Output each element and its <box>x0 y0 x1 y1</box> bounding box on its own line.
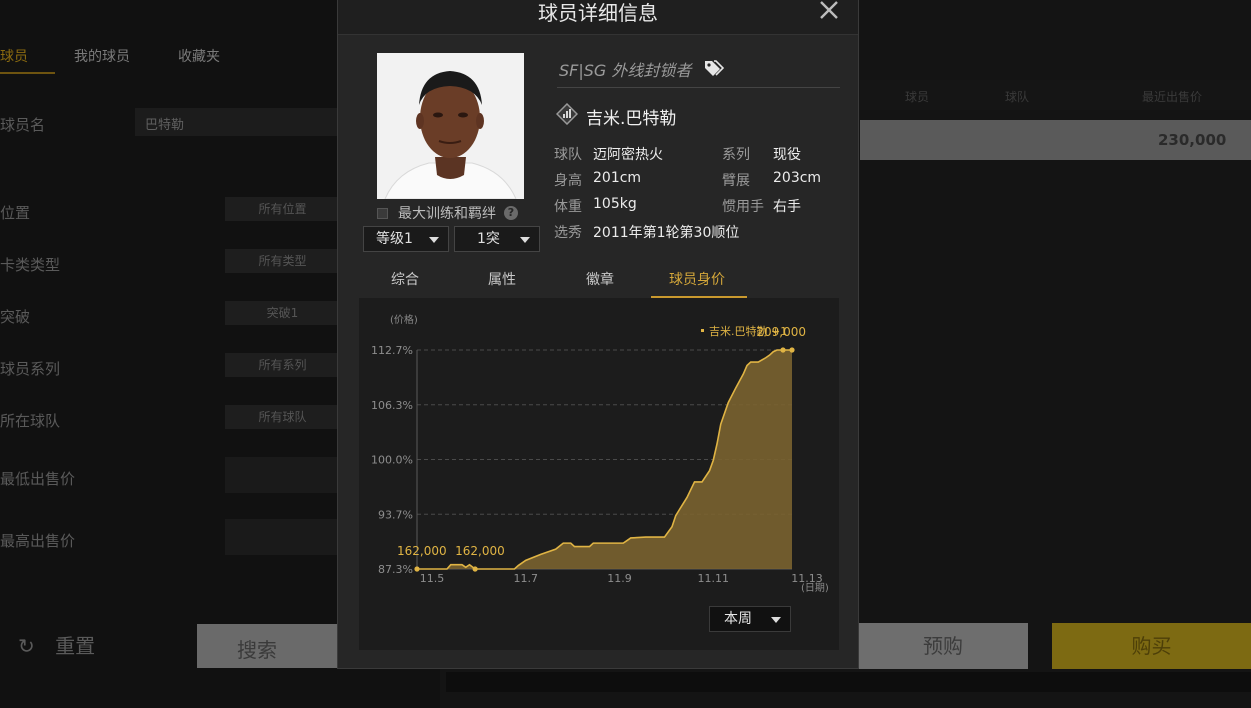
x-tick-label: 11.9 <box>607 572 632 585</box>
info-value-height: 201cm <box>593 170 642 186</box>
max-training-toggle[interactable]: 最大训练和羁绊 ? <box>377 203 518 223</box>
data-point <box>472 566 478 572</box>
period-select[interactable]: 本周 <box>709 606 791 632</box>
filter-label-min-price: 最低出售价 <box>0 470 76 488</box>
bg-tab-favorites[interactable]: 收藏夹 <box>178 46 220 66</box>
chevron-down-icon <box>771 617 781 623</box>
x-tick-label: 11.11 <box>698 572 730 585</box>
col-header-player: 球员 <box>905 90 930 104</box>
results-table-header: 球员 球队 最近出售价 <box>860 80 1251 110</box>
max-training-checkbox[interactable] <box>377 207 388 219</box>
filter-label-name: 球员名 <box>0 116 46 134</box>
col-header-team: 球队 <box>1005 90 1030 104</box>
position-tag: SF|SG 外线封锁者 <box>559 61 692 80</box>
filter-team-select[interactable]: 所有球队 <box>225 405 340 429</box>
filter-type-select[interactable]: 所有类型 <box>225 249 340 273</box>
max-training-label: 最大训练和羁绊 <box>398 206 496 222</box>
y-tick-label: 106.3% <box>371 399 413 412</box>
x-tick-label: 11.13 <box>791 572 823 585</box>
player-name: 吉米.巴特勒 <box>586 109 677 129</box>
filter-label-break: 突破 <box>0 308 31 326</box>
data-label: 162,000 <box>397 544 447 558</box>
bg-tab-underline <box>0 72 55 74</box>
info-value-team: 迈阿密热火 <box>593 147 663 163</box>
bg-tab-players[interactable]: 球员 <box>0 46 28 66</box>
info-label-draft: 选秀 <box>554 225 582 241</box>
help-icon[interactable]: ? <box>504 206 518 220</box>
info-label-team: 球队 <box>554 147 582 163</box>
player-detail-modal: 球员详细信息 最大训练和羁绊 ? 等级1 1突 SF|SG 外线封锁者 吉米.巴… <box>337 0 859 669</box>
chevron-down-icon <box>429 237 439 243</box>
y-axis-label: (价格) <box>390 313 418 326</box>
data-point <box>789 347 795 353</box>
filter-label-type: 卡类类型 <box>0 256 61 274</box>
break-select-value: 1突 <box>477 231 500 247</box>
bg-tab-my-players[interactable]: 我的球员 <box>74 46 130 66</box>
player-photo <box>377 53 524 199</box>
reset-label: 重置 <box>55 634 96 658</box>
filter-break-select[interactable]: 突破1 <box>225 301 340 325</box>
filter-label-max-price: 最高出售价 <box>0 532 76 550</box>
info-label-wingspan: 臂展 <box>722 173 750 189</box>
x-tick-label: 11.5 <box>420 572 445 585</box>
buy-button[interactable]: 购买 <box>1052 623 1251 669</box>
tab-attributes[interactable]: 属性 <box>488 269 516 289</box>
break-select[interactable]: 1突 <box>454 226 540 252</box>
info-label-series: 系列 <box>722 147 750 163</box>
info-value-series: 现役 <box>773 147 801 163</box>
x-tick-label: 11.7 <box>514 572 539 585</box>
price-chart: (价格)(日期)87.3%93.7%100.0%106.3%112.7%11.5… <box>371 313 829 594</box>
info-value-wingspan: 203cm <box>773 170 822 186</box>
y-tick-label: 87.3% <box>378 563 413 576</box>
refresh-icon: ↻ <box>18 634 35 658</box>
filter-max-price-input[interactable] <box>225 519 340 555</box>
divider <box>557 87 840 88</box>
data-point <box>780 347 786 353</box>
period-select-value: 本周 <box>724 611 752 627</box>
preorder-button[interactable]: 预购 <box>858 623 1028 669</box>
y-tick-label: 100.0% <box>371 454 413 467</box>
rank-badge-icon <box>556 103 578 125</box>
info-label-height: 身高 <box>554 173 582 189</box>
search-button[interactable]: 搜索 <box>197 624 347 668</box>
filter-label-team: 所在球队 <box>0 412 61 430</box>
filter-label-series: 球员系列 <box>0 360 61 378</box>
reset-button[interactable]: ↻ 重置 <box>18 630 95 659</box>
level-select-value: 等级1 <box>376 231 413 247</box>
filter-position-select[interactable]: 所有位置 <box>225 197 340 221</box>
filter-label-position: 位置 <box>0 204 31 222</box>
info-value-weight: 105kg <box>593 196 637 212</box>
bottom-strip <box>446 672 1251 692</box>
row-price: 230,000 <box>1158 131 1227 149</box>
data-point <box>414 566 420 572</box>
tab-overview[interactable]: 综合 <box>391 269 419 289</box>
legend-label: 吉米.巴特勒 +1 <box>709 324 787 338</box>
filter-series-select[interactable]: 所有系列 <box>225 353 340 377</box>
y-tick-label: 112.7% <box>371 344 413 357</box>
price-chart-panel: (价格) (日期) 87.3% 93.7% 100.0% 106.3% 112.7% 11.5… <box>359 298 839 650</box>
tag-icon[interactable] <box>704 59 724 77</box>
col-header-last-price: 最近出售价 <box>1142 90 1203 104</box>
search-label: 搜索 <box>237 638 277 662</box>
level-select[interactable]: 等级1 <box>363 226 449 252</box>
info-label-hand: 惯用手 <box>722 199 764 215</box>
chevron-down-icon <box>520 237 530 243</box>
info-value-hand: 右手 <box>773 199 801 215</box>
data-label: 162,000 <box>455 544 505 558</box>
info-label-weight: 体重 <box>554 199 582 215</box>
tab-badges[interactable]: 徽章 <box>586 269 614 289</box>
legend-swatch <box>701 329 704 332</box>
filter-name-input[interactable]: 巴特勒 <box>135 108 345 136</box>
info-value-draft: 2011年第1轮第30顺位 <box>593 225 740 241</box>
close-icon[interactable] <box>816 0 842 23</box>
filter-min-price-input[interactable] <box>225 457 340 493</box>
tab-player-value[interactable]: 球员身价 <box>669 269 725 289</box>
y-tick-label: 93.7% <box>378 508 413 521</box>
modal-header: 球员详细信息 <box>338 0 858 35</box>
modal-title: 球员详细信息 <box>538 1 658 25</box>
